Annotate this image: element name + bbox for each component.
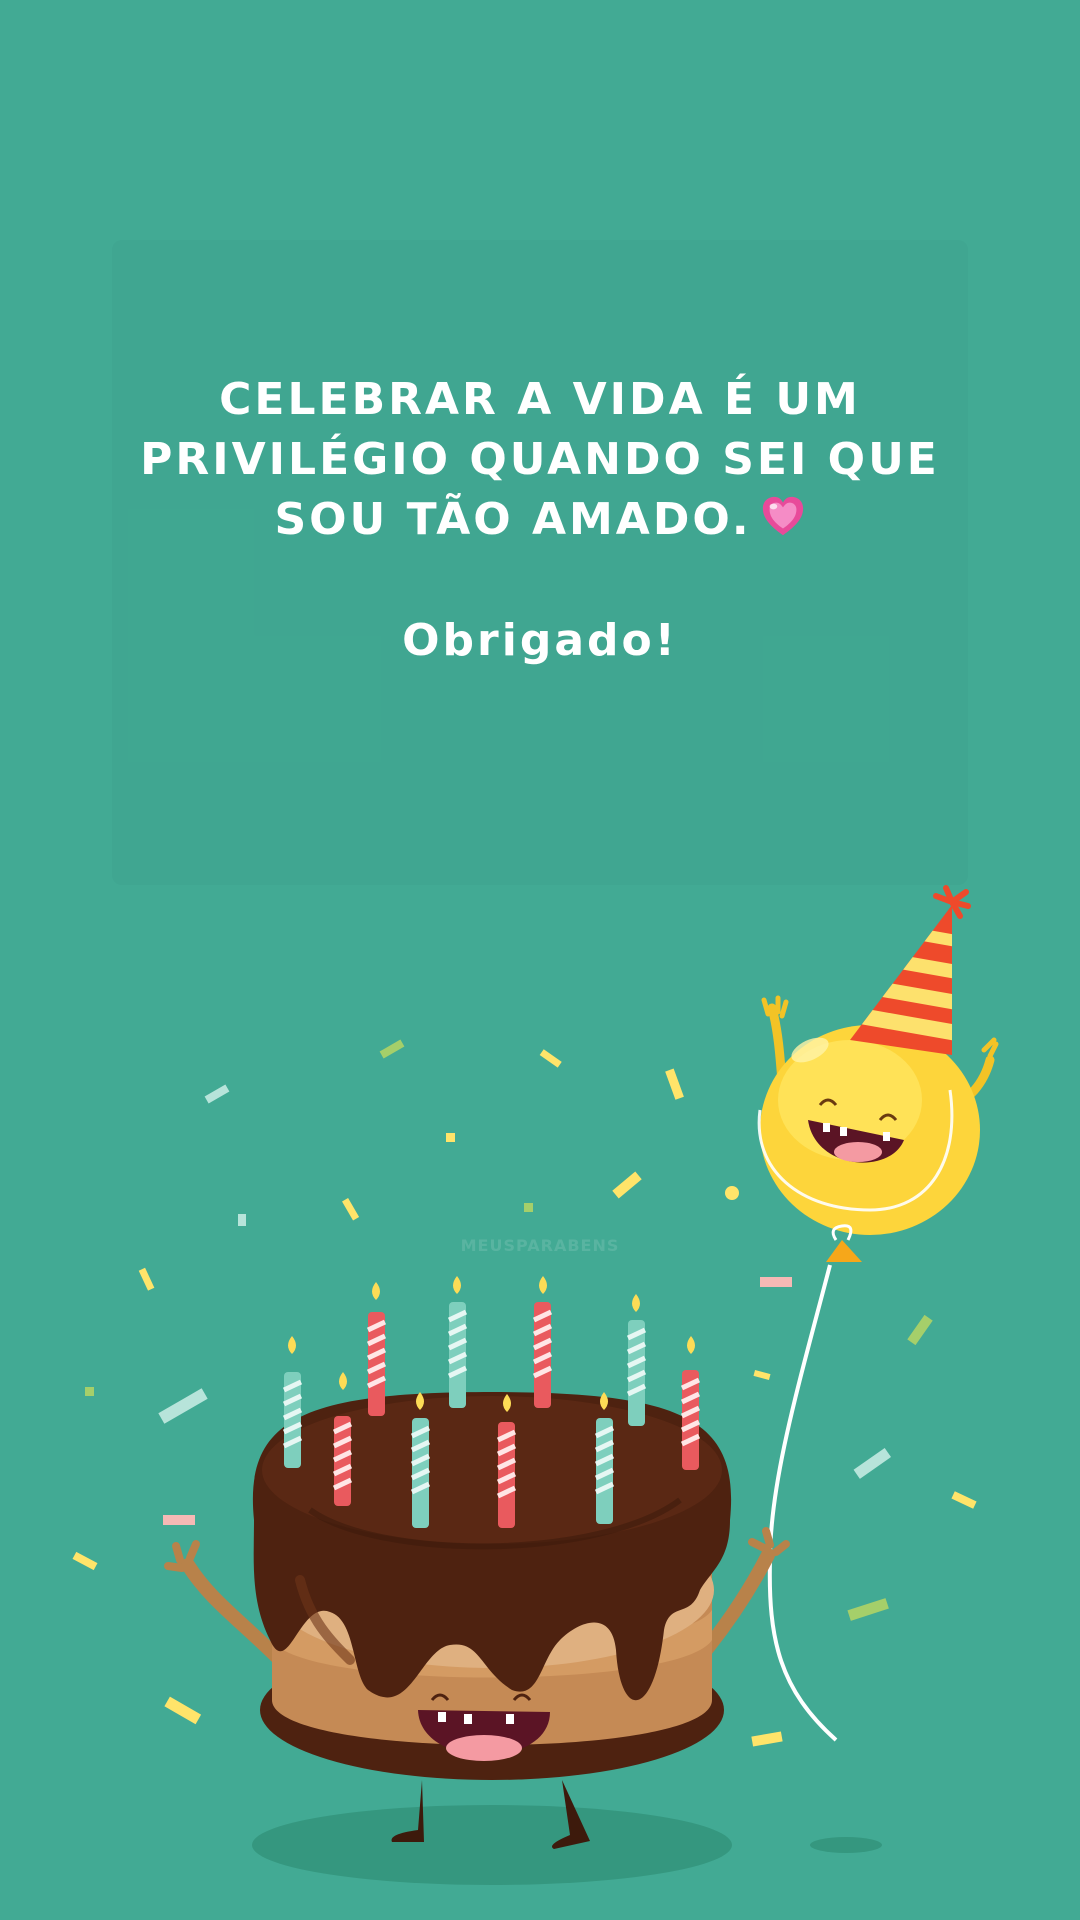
candle	[626, 1294, 647, 1426]
candle	[532, 1276, 553, 1408]
cake-shadow	[252, 1805, 732, 1885]
candle	[282, 1336, 303, 1468]
illustration	[72, 885, 999, 1885]
balloon-string	[767, 1264, 838, 1742]
balloon-shadow	[810, 1837, 882, 1853]
candle	[680, 1336, 701, 1470]
candle	[447, 1276, 468, 1408]
candle	[366, 1282, 387, 1416]
candle	[332, 1372, 353, 1506]
